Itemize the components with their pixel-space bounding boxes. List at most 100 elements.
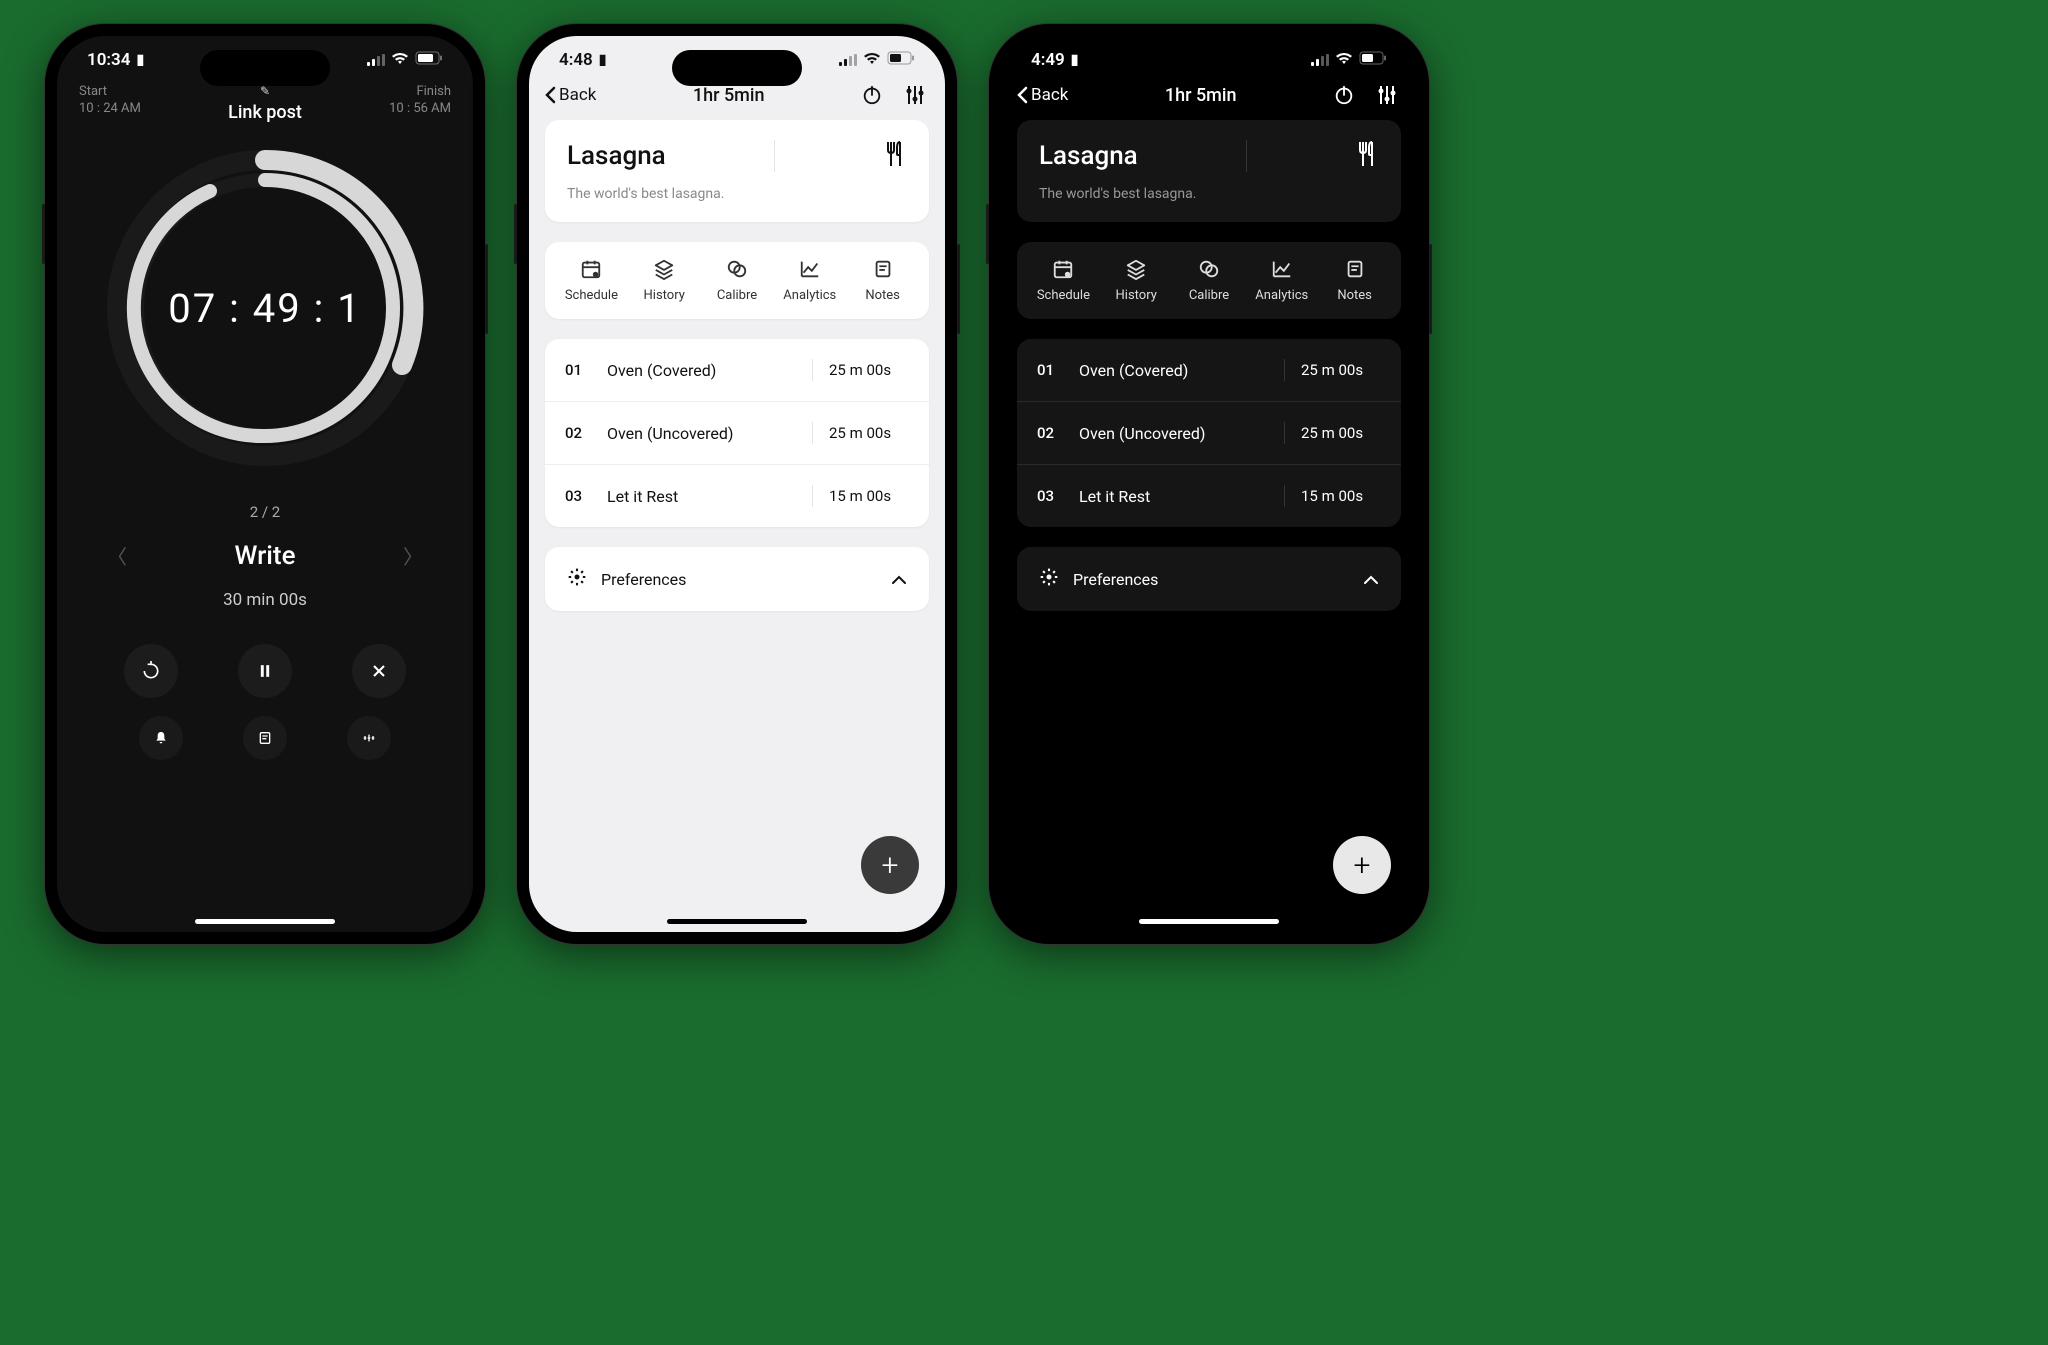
tab-history[interactable]: History <box>1100 258 1173 303</box>
edit-icon[interactable]: ✎ <box>260 84 270 98</box>
back-button[interactable]: Back <box>1015 85 1068 105</box>
step-duration: 30 min 00s <box>57 590 473 610</box>
cutlery-icon <box>1355 140 1379 172</box>
chart-icon <box>799 258 821 280</box>
step-row[interactable]: 02 Oven (Uncovered) 25 m 00s <box>545 401 929 464</box>
preferences-row[interactable]: Preferences <box>545 547 929 611</box>
battery-icon <box>415 50 443 70</box>
wifi-icon <box>863 50 881 70</box>
bell-icon <box>153 730 169 746</box>
tab-schedule[interactable]: Schedule <box>555 258 628 303</box>
status-time: 4:49 <box>1031 50 1065 70</box>
step-row[interactable]: 02 Oven (Uncovered) 25 m 00s <box>1017 401 1401 464</box>
wifi-icon <box>391 50 409 70</box>
steps-list: 01 Oven (Covered) 25 m 00s 02 Oven (Unco… <box>545 339 929 527</box>
tab-bar: Schedule History Calibre Analytics Notes <box>1017 242 1401 319</box>
timer-title[interactable]: Link post <box>228 102 302 123</box>
power-icon <box>1333 84 1355 106</box>
sliders-icon <box>905 84 925 106</box>
step-title: Write <box>234 541 295 571</box>
bell-button[interactable] <box>139 716 183 760</box>
tab-analytics[interactable]: Analytics <box>773 258 846 303</box>
bookmark-icon: ▮ <box>599 52 607 68</box>
tab-calibre[interactable]: Calibre <box>1173 258 1246 303</box>
tab-schedule[interactable]: Schedule <box>1027 258 1100 303</box>
note-icon <box>257 730 273 746</box>
start-time: 10 : 24 AM <box>79 101 141 116</box>
recipe-name: Lasagna <box>1039 141 1138 171</box>
gear-icon <box>1039 567 1059 591</box>
battery-icon <box>887 50 915 70</box>
power-button[interactable] <box>861 84 883 106</box>
add-button[interactable]: + <box>861 836 919 894</box>
tab-analytics[interactable]: Analytics <box>1245 258 1318 303</box>
pause-icon <box>255 661 275 681</box>
prev-step-button[interactable]: 〈 <box>97 531 137 580</box>
notes-icon <box>872 258 894 280</box>
chart-icon <box>1271 258 1293 280</box>
sliders-button[interactable] <box>905 84 925 106</box>
power-button[interactable] <box>1333 84 1355 106</box>
cutlery-icon <box>883 140 907 172</box>
close-button[interactable] <box>352 644 406 698</box>
back-label: Back <box>559 85 596 105</box>
bookmark-icon: ▮ <box>136 52 144 68</box>
tab-history[interactable]: History <box>628 258 701 303</box>
signal-icon <box>367 54 385 66</box>
add-button[interactable]: + <box>1333 836 1391 894</box>
nav-title: 1hr 5min <box>693 85 765 106</box>
step-row[interactable]: 03 Let it Rest 15 m 00s <box>545 464 929 527</box>
preferences-label: Preferences <box>601 570 877 589</box>
settings-button[interactable] <box>347 716 391 760</box>
recipe-header-card: Lasagna The world's best lasagna. <box>545 120 929 222</box>
home-indicator[interactable] <box>667 919 807 924</box>
home-indicator[interactable] <box>195 919 335 924</box>
start-label: Start <box>79 84 107 99</box>
rewind-button[interactable] <box>124 644 178 698</box>
status-time: 4:48 <box>559 50 593 70</box>
chevron-up-icon <box>891 570 907 589</box>
nav-title: 1hr 5min <box>1165 85 1237 106</box>
home-indicator[interactable] <box>1139 919 1279 924</box>
phone-recipe-dark: 4:49 ▮ Back 1hr 5min Lasagn <box>989 24 1429 944</box>
battery-icon <box>1359 50 1387 70</box>
step-row[interactable]: 01 Oven (Covered) 25 m 00s <box>545 339 929 401</box>
timer-value: 07 : 49 : 1 <box>100 143 430 473</box>
finish-label: Finish <box>416 84 451 99</box>
back-button[interactable]: Back <box>543 85 596 105</box>
finish-time: 10 : 56 AM <box>389 101 451 116</box>
status-time: 10:34 <box>87 50 130 70</box>
bookmark-icon: ▮ <box>1071 52 1079 68</box>
steps-list: 01 Oven (Covered) 25 m 00s 02 Oven (Unco… <box>1017 339 1401 527</box>
plus-icon: + <box>1354 848 1371 883</box>
tab-calibre[interactable]: Calibre <box>701 258 774 303</box>
dynamic-island <box>672 50 802 86</box>
recipe-subtitle: The world's best lasagna. <box>567 186 907 202</box>
overlap-icon <box>726 258 748 280</box>
layers-icon <box>1125 258 1147 280</box>
equalizer-icon <box>361 730 377 746</box>
phone-recipe-light: 4:48 ▮ Back 1hr 5min Lasagn <box>517 24 957 944</box>
back-label: Back <box>1031 85 1068 105</box>
chevron-up-icon <box>1363 570 1379 589</box>
close-icon <box>369 661 389 681</box>
step-row[interactable]: 03 Let it Rest 15 m 00s <box>1017 464 1401 527</box>
recipe-header-card: Lasagna The world's best lasagna. <box>1017 120 1401 222</box>
recipe-subtitle: The world's best lasagna. <box>1039 186 1379 202</box>
pause-button[interactable] <box>238 644 292 698</box>
notes-button[interactable] <box>243 716 287 760</box>
sliders-button[interactable] <box>1377 84 1397 106</box>
dynamic-island <box>200 50 330 86</box>
tab-notes[interactable]: Notes <box>1318 258 1391 303</box>
step-count: 2 / 2 <box>57 503 473 521</box>
wifi-icon <box>1335 50 1353 70</box>
tab-notes[interactable]: Notes <box>846 258 919 303</box>
phone-timer: 10:34 ▮ Start 10 : 24 AM ✎ Link post Fin… <box>45 24 485 944</box>
power-icon <box>861 84 883 106</box>
preferences-label: Preferences <box>1073 570 1349 589</box>
sliders-icon <box>1377 84 1397 106</box>
step-row[interactable]: 01 Oven (Covered) 25 m 00s <box>1017 339 1401 401</box>
preferences-row[interactable]: Preferences <box>1017 547 1401 611</box>
tab-bar: Schedule History Calibre Analytics Notes <box>545 242 929 319</box>
next-step-button[interactable]: 〉 <box>393 531 433 580</box>
